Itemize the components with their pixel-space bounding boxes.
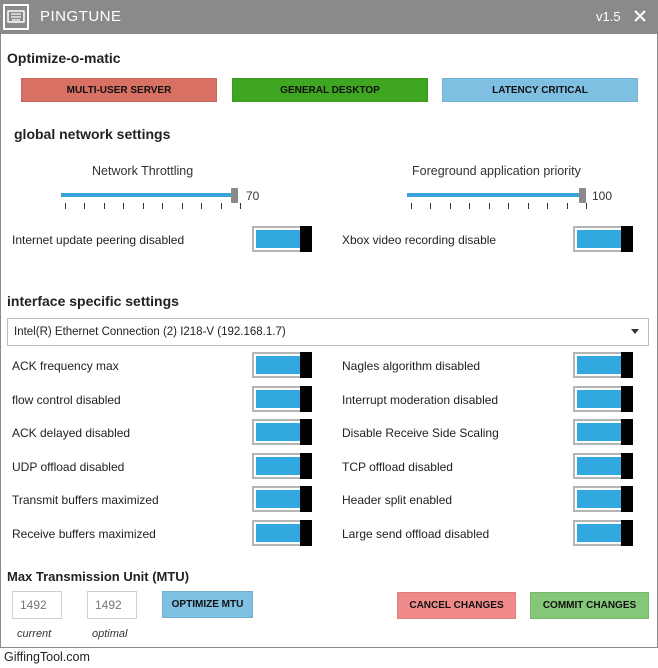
slider-thumb[interactable] bbox=[231, 188, 239, 203]
close-icon[interactable] bbox=[630, 6, 650, 26]
dropdown-arrow-icon[interactable] bbox=[631, 329, 639, 334]
foreground-priority-label: Foreground application priority bbox=[412, 164, 581, 178]
title-bar: PINGTUNE v1.5 bbox=[0, 0, 658, 34]
internet-update-peering-label: Internet update peering disabled bbox=[12, 233, 185, 247]
udp-offload-toggle[interactable] bbox=[252, 453, 312, 479]
network-adapter-select[interactable]: Intel(R) Ethernet Connection (2) I218-V … bbox=[7, 318, 649, 346]
nagles-algorithm-label: Nagles algorithm disabled bbox=[342, 359, 481, 373]
ack-frequency-toggle[interactable] bbox=[252, 352, 312, 378]
flow-control-toggle[interactable] bbox=[252, 386, 312, 412]
receive-side-scaling-toggle[interactable] bbox=[573, 419, 633, 445]
commit-changes-button[interactable]: COMMIT CHANGES bbox=[530, 592, 649, 619]
interrupt-moderation-toggle[interactable] bbox=[573, 386, 633, 412]
ack-delayed-toggle[interactable] bbox=[252, 419, 312, 445]
receive-buffers-toggle[interactable] bbox=[252, 520, 312, 546]
slider-track[interactable] bbox=[407, 193, 583, 197]
receive-side-scaling-label: Disable Receive Side Scaling bbox=[342, 426, 499, 440]
network-throttling-label: Network Throttling bbox=[92, 164, 194, 178]
current-mtu-field[interactable]: 1492 bbox=[12, 591, 62, 619]
large-send-offload-toggle[interactable] bbox=[573, 520, 633, 546]
preset-multi-user-server-button[interactable]: MULTI-USER SERVER bbox=[21, 78, 217, 102]
keyboard-app-icon bbox=[3, 4, 29, 30]
receive-buffers-label: Receive buffers maximized bbox=[12, 527, 156, 541]
global-section-title: global network settings bbox=[14, 126, 171, 142]
interface-section-title: interface specific settings bbox=[7, 293, 179, 309]
xbox-video-recording-label: Xbox video recording disable bbox=[342, 233, 497, 247]
optimal-mtu-caption: optimal bbox=[92, 628, 128, 640]
tcp-offload-toggle[interactable] bbox=[573, 453, 633, 479]
header-split-label: Header split enabled bbox=[342, 493, 453, 507]
mtu-section-title: Max Transmission Unit (MTU) bbox=[7, 569, 190, 584]
tcp-offload-label: TCP offload disabled bbox=[342, 460, 453, 474]
slider-ticks bbox=[407, 203, 587, 209]
preset-general-desktop-button[interactable]: GENERAL DESKTOP bbox=[232, 78, 428, 102]
slider-ticks bbox=[61, 203, 241, 209]
transmit-buffers-label: Transmit buffers maximized bbox=[12, 493, 159, 507]
ack-delayed-label: ACK delayed disabled bbox=[12, 426, 131, 440]
transmit-buffers-toggle[interactable] bbox=[252, 486, 312, 512]
optimal-mtu-field[interactable]: 1492 bbox=[87, 591, 137, 619]
current-mtu-caption: current bbox=[17, 628, 52, 640]
interrupt-moderation-label: Interrupt moderation disabled bbox=[342, 393, 499, 407]
header-split-toggle[interactable] bbox=[573, 486, 633, 512]
internet-update-peering-toggle[interactable] bbox=[252, 226, 312, 252]
optimize-mtu-button[interactable]: OPTIMIZE MTU bbox=[162, 591, 253, 618]
slider-thumb[interactable] bbox=[579, 188, 586, 203]
preset-latency-critical-button[interactable]: LATENCY CRITICAL bbox=[442, 78, 638, 102]
network-adapter-value: Intel(R) Ethernet Connection (2) I218-V … bbox=[14, 326, 286, 338]
flow-control-label: flow control disabled bbox=[12, 393, 121, 407]
version-label: v1.5 bbox=[596, 9, 621, 24]
app-title: PINGTUNE bbox=[40, 8, 122, 25]
slider-track[interactable] bbox=[61, 193, 237, 197]
optimize-section-title: Optimize-o-matic bbox=[7, 50, 121, 66]
xbox-video-recording-toggle[interactable] bbox=[573, 226, 633, 252]
ack-frequency-label: ACK frequency max bbox=[12, 359, 119, 373]
watermark-text: GiffingTool.com bbox=[4, 650, 90, 664]
udp-offload-label: UDP offload disabled bbox=[12, 460, 125, 474]
network-throttling-value: 70 bbox=[246, 189, 260, 203]
large-send-offload-label: Large send offload disabled bbox=[342, 527, 490, 541]
nagles-algorithm-toggle[interactable] bbox=[573, 352, 633, 378]
foreground-priority-value: 100 bbox=[592, 189, 613, 203]
cancel-changes-button[interactable]: CANCEL CHANGES bbox=[397, 592, 516, 619]
